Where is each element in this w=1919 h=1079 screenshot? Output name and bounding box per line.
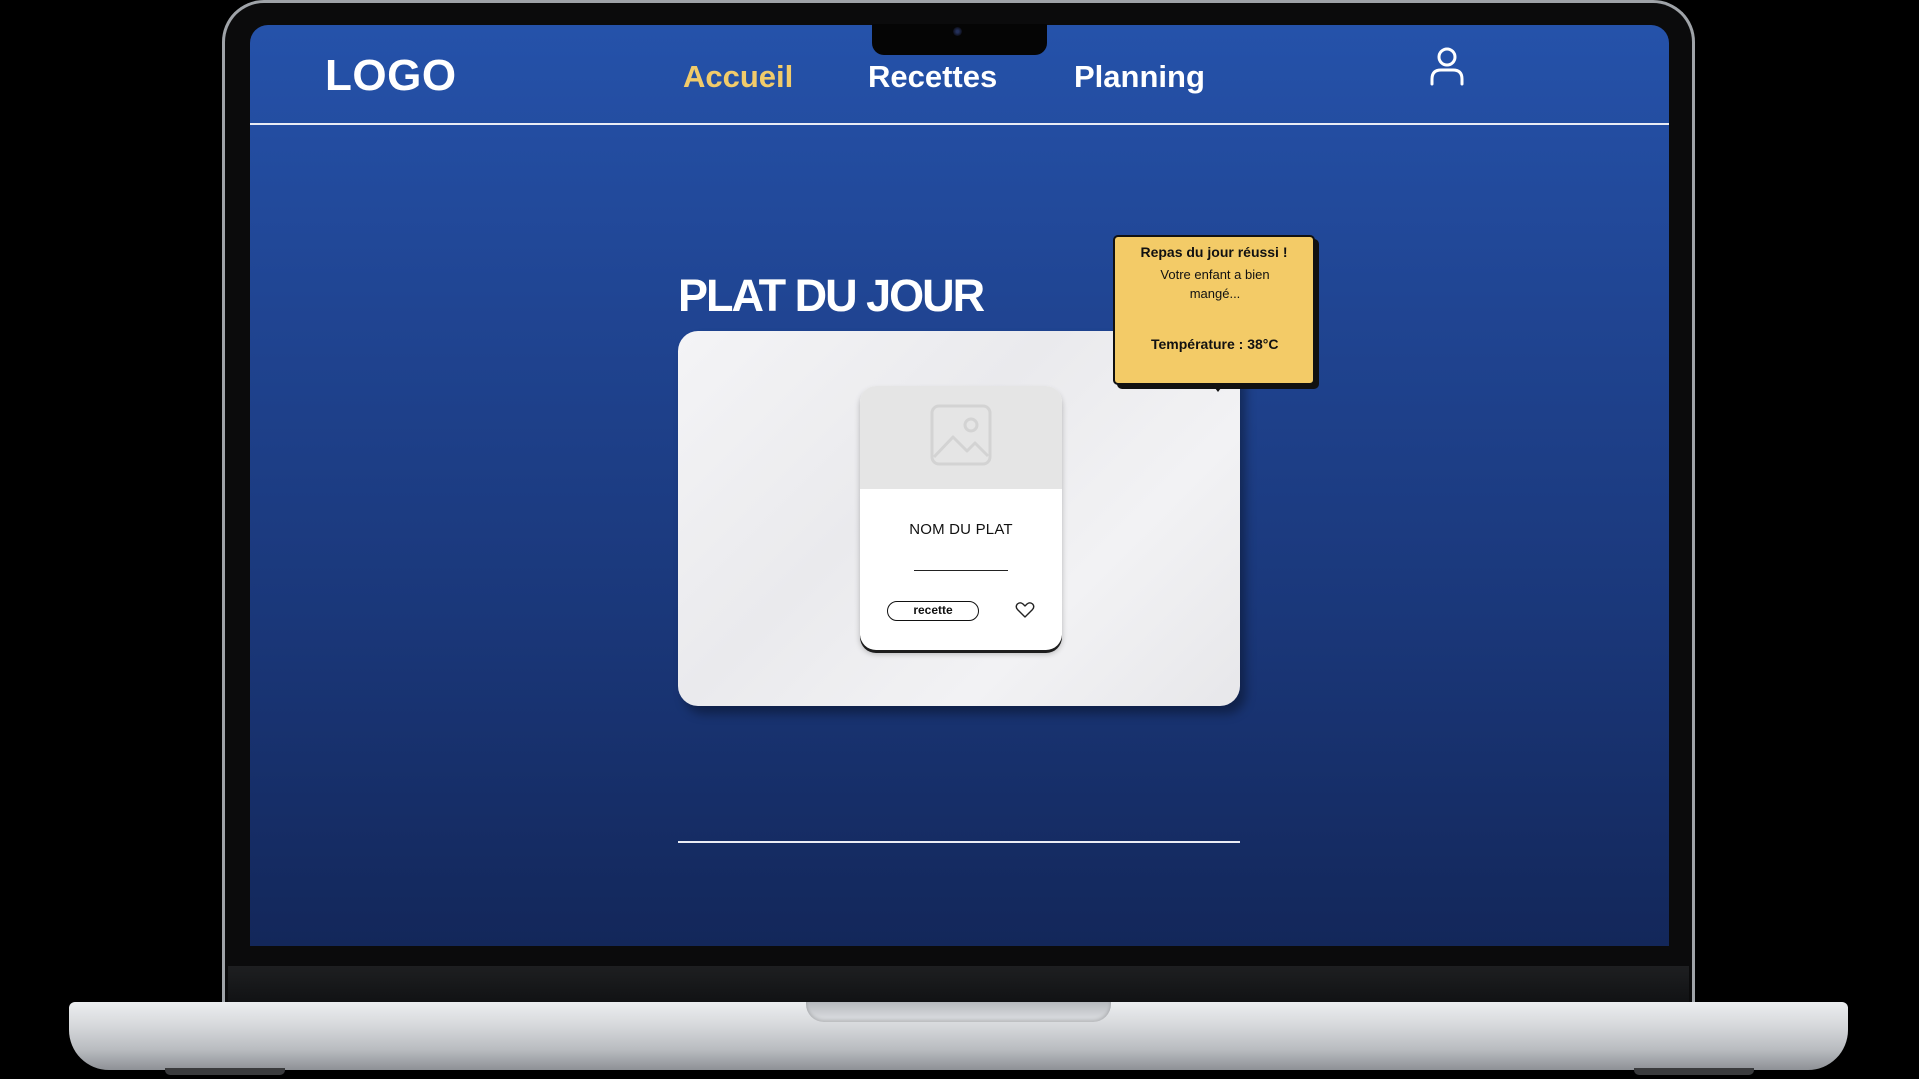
laptop-base (69, 1002, 1848, 1070)
notification-body: Votre enfant a bien mangé... (1160, 267, 1270, 301)
trackpad-notch (806, 1002, 1111, 1022)
app-screen: LOGO Accueil Recettes Planning PLAT DU J… (250, 25, 1669, 946)
camera-notch (872, 24, 1047, 55)
nav-item-recettes[interactable]: Recettes (868, 59, 997, 95)
nav-item-accueil[interactable]: Accueil (683, 59, 793, 95)
dish-name: NOM DU PLAT (909, 521, 1013, 538)
dish-card[interactable]: NOM DU PLAT recette (860, 386, 1062, 650)
user-icon[interactable] (1427, 45, 1467, 87)
section-title: PLAT DU JOUR (678, 270, 985, 321)
meal-notification: Repas du jour réussi ! Votre enfant a bi… (1113, 235, 1315, 392)
bottom-divider (678, 841, 1240, 843)
divider (914, 570, 1008, 571)
laptop-foot-left (165, 1068, 285, 1075)
recipe-button[interactable]: recette (887, 601, 979, 621)
image-placeholder-icon (930, 404, 992, 466)
logo[interactable]: LOGO (325, 51, 457, 101)
notification-title: Repas du jour réussi ! (1140, 244, 1288, 260)
notification-pointer (1212, 384, 1224, 392)
notification-temperature: Température : 38°C (1151, 336, 1279, 352)
dish-panel: NOM DU PLAT recette (678, 331, 1240, 706)
dish-image (860, 386, 1062, 489)
laptop-bezel-chin (228, 966, 1689, 1002)
nav-item-planning[interactable]: Planning (1074, 59, 1205, 95)
heart-icon[interactable] (1015, 601, 1035, 619)
camera-icon (953, 27, 962, 36)
laptop-foot-right (1634, 1068, 1754, 1075)
